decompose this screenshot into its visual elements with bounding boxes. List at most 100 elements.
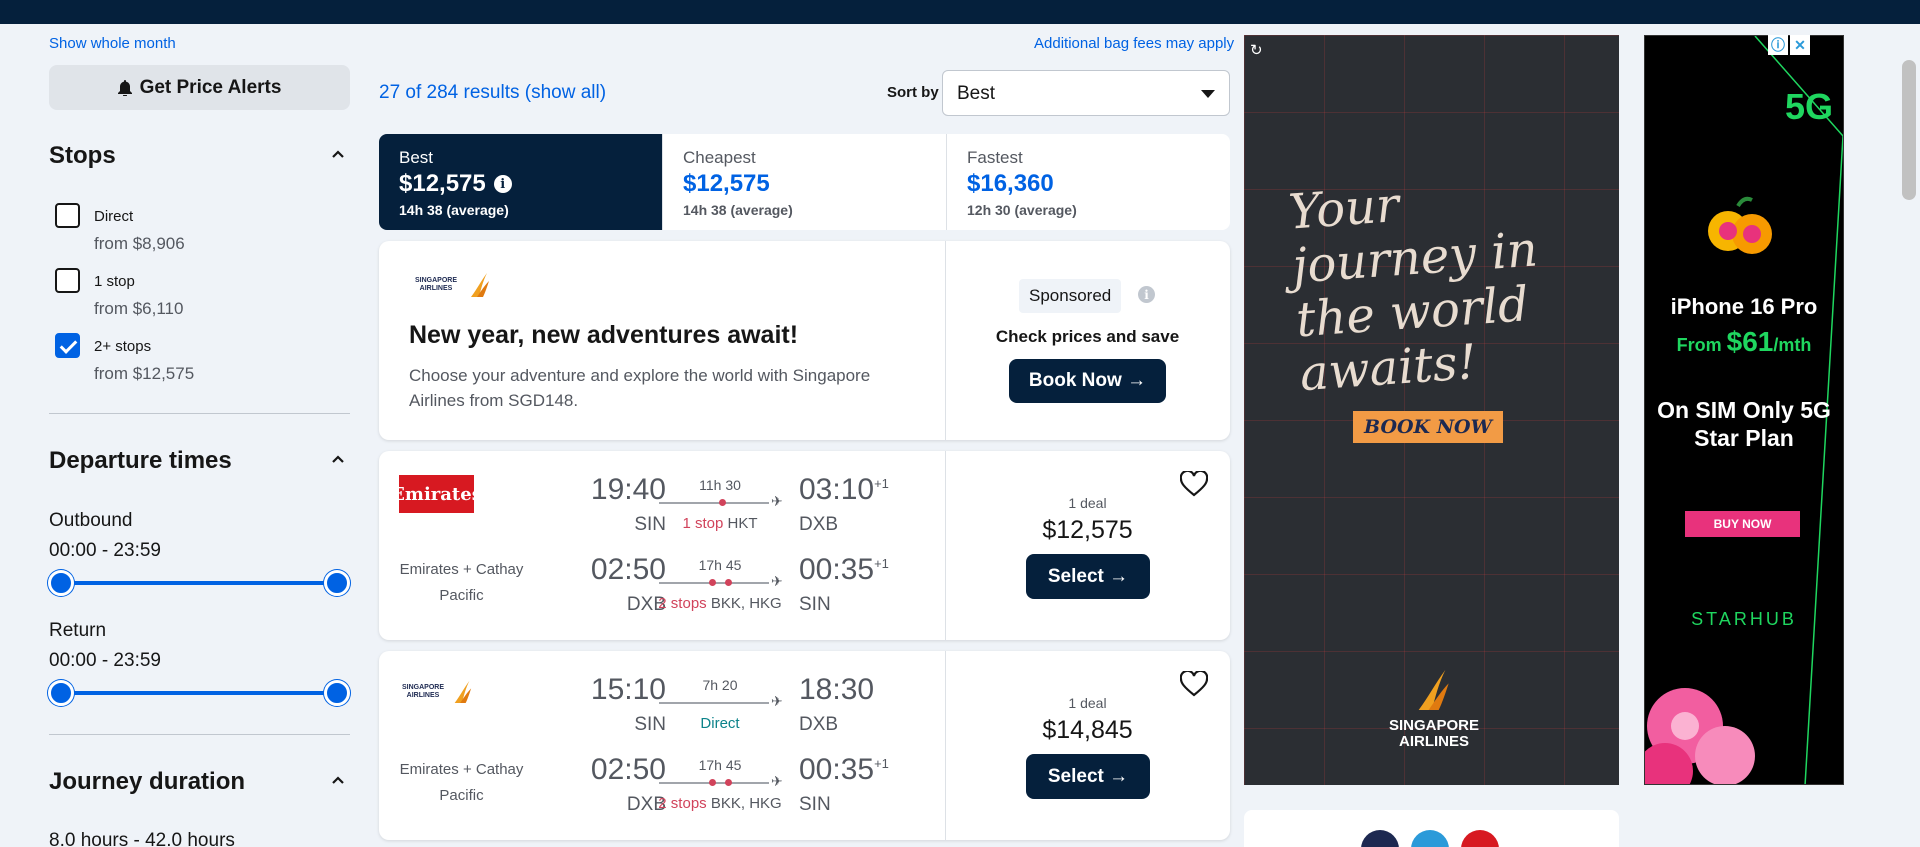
route-line bbox=[659, 579, 769, 586]
deal-count: 1 deal bbox=[1068, 495, 1107, 511]
tab-duration: 14h 38 (average) bbox=[399, 202, 509, 218]
stop-dot bbox=[709, 779, 716, 786]
price-prefix: From bbox=[1676, 335, 1727, 355]
price-period: /mth bbox=[1773, 335, 1812, 355]
results-count-link[interactable]: 27 of 284 results (show all) bbox=[379, 82, 606, 104]
chevron-up-icon[interactable] bbox=[332, 774, 344, 786]
get-price-alerts-button[interactable]: Get Price Alerts bbox=[49, 65, 350, 110]
select-button[interactable]: Select → bbox=[1026, 554, 1150, 599]
flight-result-card[interactable]: SINGAPORE AIRLINES Emirates + Cathay Pac… bbox=[379, 651, 1230, 840]
stops-via: BKK, HKG bbox=[710, 795, 782, 812]
arrival-airport: SIN bbox=[799, 594, 831, 615]
stops-title: Stops bbox=[49, 142, 116, 169]
sort-label: Sort by bbox=[887, 84, 939, 101]
route-line bbox=[659, 499, 769, 506]
operators-text: Emirates + Cathay Pacific bbox=[399, 561, 524, 604]
sponsored-ad-card[interactable]: SINGAPORE AIRLINES New year, new adventu… bbox=[379, 241, 1230, 440]
partner-logo[interactable] bbox=[1411, 830, 1449, 847]
stops-info: 1 stop HKT bbox=[655, 515, 785, 532]
singapore-airlines-ad[interactable]: ↻ Your journey in the world awaits! BOOK… bbox=[1244, 35, 1619, 785]
stop-dot bbox=[725, 579, 732, 586]
checkbox-1-stop[interactable] bbox=[55, 268, 80, 293]
arrival-airport: DXB bbox=[799, 514, 839, 535]
ad-book-now-button[interactable]: BOOK NOW bbox=[1353, 411, 1503, 443]
singapore-airlines-logo: SINGAPORE AIRLINES bbox=[409, 271, 491, 299]
ad-brand: STARHUB bbox=[1691, 609, 1797, 629]
day-offset: +1 bbox=[874, 756, 889, 771]
day-offset: +1 bbox=[874, 476, 889, 491]
sort-select[interactable]: Best bbox=[942, 70, 1230, 116]
partner-logo[interactable] bbox=[1461, 830, 1499, 847]
outbound-slider-min-handle[interactable] bbox=[48, 570, 74, 596]
info-icon[interactable]: i bbox=[493, 175, 512, 193]
flight-duration: 11h 30 bbox=[699, 477, 741, 493]
refresh-icon[interactable]: ↻ bbox=[1250, 41, 1263, 59]
card-divider bbox=[945, 451, 946, 640]
stop-option-price: from $6,110 bbox=[94, 299, 184, 318]
plane-icon: ✈ bbox=[771, 493, 783, 509]
arrival-time-value: 03:10 bbox=[799, 473, 875, 506]
starhub-ad[interactable]: 5G iPhone 16 Pro From $61/mth On SIM Onl… bbox=[1644, 35, 1844, 785]
sq-bird-icon bbox=[454, 681, 472, 703]
ad-price: $61 bbox=[1726, 326, 1774, 357]
ad-buy-now-button[interactable]: BUY NOW bbox=[1685, 511, 1800, 537]
return-slider-max-handle[interactable] bbox=[324, 680, 350, 706]
route-line bbox=[659, 779, 769, 786]
arrival-time: 03:10+1 bbox=[799, 473, 889, 507]
return-range: 00:00 - 23:59 bbox=[49, 650, 161, 671]
tab-price: $12,575 bbox=[399, 170, 486, 197]
ad-info-icon[interactable]: ⓘ bbox=[1768, 35, 1788, 55]
sq-bird-icon bbox=[1418, 670, 1449, 710]
flight-result-card[interactable]: Emirates Emirates + Cathay Pacific 19:40… bbox=[379, 451, 1230, 640]
outbound-slider-track[interactable] bbox=[61, 581, 337, 585]
scrollbar-thumb[interactable] bbox=[1902, 60, 1916, 200]
ad-description: Choose your adventure and explore the wo… bbox=[409, 366, 871, 410]
heart-icon[interactable] bbox=[1180, 471, 1208, 497]
arrival-time-value: 00:35 bbox=[799, 753, 875, 786]
outbound-slider-max-handle[interactable] bbox=[324, 570, 350, 596]
stops-count: Direct bbox=[700, 715, 740, 732]
stop-dot bbox=[709, 579, 716, 586]
book-now-button[interactable]: Book Now → bbox=[1009, 359, 1166, 403]
divider bbox=[49, 413, 350, 414]
flight-duration: 17h 45 bbox=[698, 557, 742, 573]
stop-option-label: 2+ stops bbox=[94, 338, 152, 355]
route-line bbox=[659, 702, 769, 704]
tab-best[interactable]: Best $12,575 i 14h 38 (average) bbox=[379, 134, 663, 230]
arrival-time: 00:35+1 bbox=[799, 553, 889, 587]
bell-icon bbox=[117, 79, 132, 96]
departure-time: 15:10 bbox=[590, 673, 666, 706]
return-slider-track[interactable] bbox=[61, 691, 337, 695]
flight-duration: 7h 20 bbox=[702, 677, 738, 693]
plane-icon: ✈ bbox=[771, 573, 783, 589]
bag-fees-link[interactable]: Additional bag fees may apply bbox=[1034, 35, 1234, 52]
show-whole-month-link[interactable]: Show whole month bbox=[49, 35, 176, 52]
select-button[interactable]: Select → bbox=[1026, 754, 1150, 799]
return-slider-min-handle[interactable] bbox=[48, 680, 74, 706]
tab-fastest[interactable]: Fastest $16,360 12h 30 (average) bbox=[947, 134, 1230, 230]
ad-price-line: From $61/mth bbox=[1645, 326, 1843, 358]
stops-via: BKK, HKG bbox=[710, 595, 782, 612]
ad-headline: Your journey in the world awaits! bbox=[1286, 177, 1540, 403]
tab-label: Fastest bbox=[967, 148, 1023, 167]
ad-title: New year, new adventures await! bbox=[409, 321, 799, 349]
chevron-up-icon[interactable] bbox=[332, 453, 344, 465]
ad-close-icon[interactable]: ✕ bbox=[1790, 35, 1810, 55]
day-offset: +1 bbox=[874, 556, 889, 571]
stop-option-price: from $12,575 bbox=[94, 364, 195, 383]
arrival-airport: DXB bbox=[799, 714, 839, 735]
info-icon[interactable]: i bbox=[1138, 286, 1155, 303]
tab-cheapest[interactable]: Cheapest $12,575 14h 38 (average) bbox=[663, 134, 947, 230]
chevron-up-icon[interactable] bbox=[332, 148, 344, 160]
stops-info: 2 stops BKK, HKG bbox=[655, 795, 785, 812]
ad-product: iPhone 16 Pro bbox=[1670, 294, 1818, 319]
partner-logo[interactable] bbox=[1361, 830, 1399, 847]
ad-controls: ⓘ ✕ bbox=[1768, 35, 1810, 55]
checkbox-direct[interactable] bbox=[55, 203, 80, 228]
sort-value: Best bbox=[957, 83, 996, 104]
checkbox-2-plus-stops[interactable] bbox=[55, 333, 80, 358]
mandarin-orange-icon bbox=[1708, 196, 1772, 254]
heart-icon[interactable] bbox=[1180, 671, 1208, 697]
tab-duration: 14h 38 (average) bbox=[683, 202, 793, 218]
tab-label: Best bbox=[399, 148, 434, 167]
